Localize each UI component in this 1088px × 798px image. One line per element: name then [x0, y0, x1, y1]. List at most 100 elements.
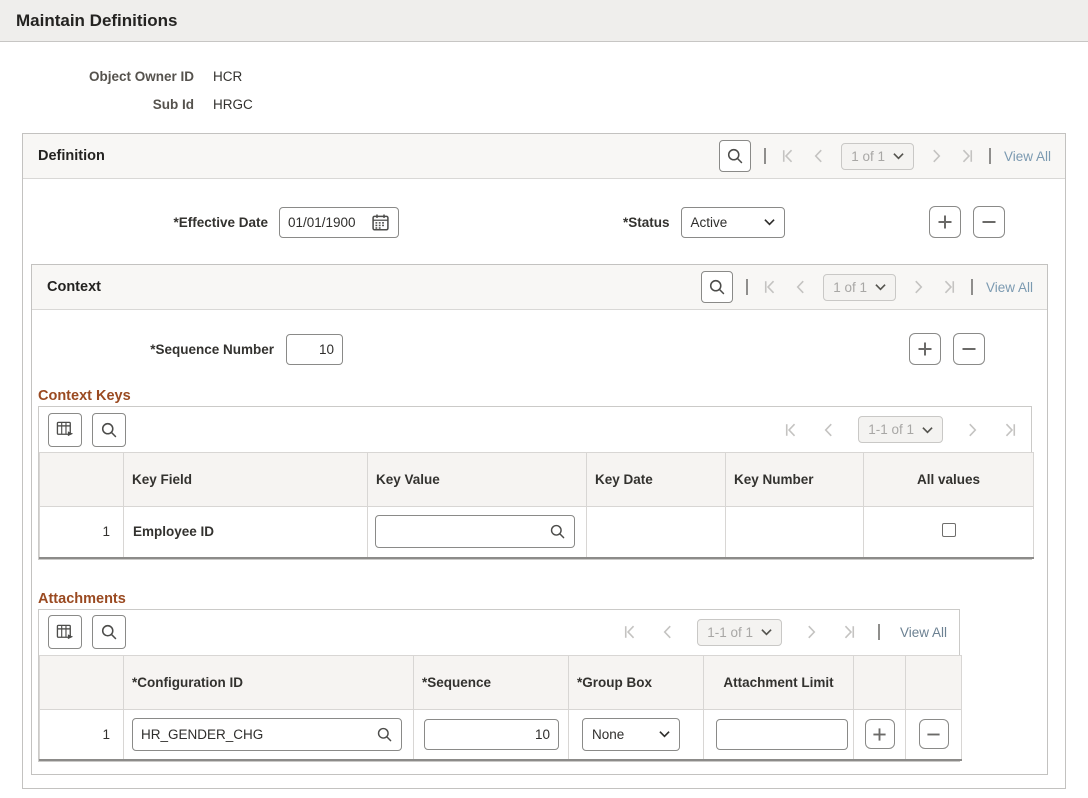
context-view-all-link[interactable]: View All: [986, 280, 1033, 295]
lookup-search-icon[interactable]: [376, 726, 393, 743]
definition-title: Definition: [38, 148, 105, 164]
chevron-down-icon: [659, 730, 670, 738]
context-last-button[interactable]: [940, 278, 958, 296]
context-keys-page-select-value: 1-1 of 1: [868, 422, 914, 437]
add-cell: [853, 708, 906, 761]
definition-view-all-link[interactable]: View All: [1004, 149, 1051, 164]
context-section-header: Context 1 of 1 View All: [32, 265, 1047, 310]
sub-id-label: Sub Id: [152, 96, 194, 112]
configuration-id-cell: [123, 708, 414, 761]
attachment-limit-cell: [703, 708, 854, 761]
attachments-next-button[interactable]: [802, 623, 820, 641]
attachments-page-select[interactable]: 1-1 of 1: [697, 618, 782, 646]
definition-next-button[interactable]: [927, 147, 945, 165]
definition-find-button[interactable]: [719, 140, 752, 172]
sequence-number-input[interactable]: [286, 333, 343, 365]
context-keys-personalize-button[interactable]: [48, 412, 82, 447]
sequence-number-label: *Sequence Number: [150, 341, 274, 357]
plus-icon: [872, 727, 887, 742]
pager-separator: [970, 279, 973, 295]
context-keys-first-button[interactable]: [782, 421, 800, 439]
chevron-down-icon: [893, 152, 904, 160]
attachments-view-all-link[interactable]: View All: [900, 625, 947, 640]
configuration-id-input[interactable]: [141, 726, 376, 742]
col-header-delete: [905, 654, 962, 710]
context-add-row-button[interactable]: [909, 333, 941, 365]
definition-first-button[interactable]: [779, 147, 797, 165]
all-values-checkbox[interactable]: [941, 523, 956, 538]
context-keys-last-button[interactable]: [1001, 421, 1019, 439]
context-page-select-value: 1 of 1: [833, 279, 867, 295]
lookup-search-icon[interactable]: [549, 523, 566, 540]
context-find-button[interactable]: [701, 271, 734, 303]
definition-page-select[interactable]: 1 of 1: [841, 142, 914, 170]
search-icon: [726, 147, 744, 165]
status-select[interactable]: Active: [680, 206, 785, 238]
context-keys-toolbar: 1-1 of 1: [39, 407, 1031, 452]
attachments-last-button[interactable]: [840, 623, 858, 641]
calendar-icon[interactable]: [371, 213, 390, 232]
info-row-sub-id: Sub Id HRGC: [16, 90, 1088, 118]
grid-action-menu-icon: [56, 420, 75, 439]
search-icon: [708, 278, 726, 296]
effective-date-field[interactable]: 01/01/1900: [279, 206, 399, 238]
definition-previous-button[interactable]: [810, 147, 828, 165]
context-keys-previous-button[interactable]: [820, 421, 838, 439]
context-next-button[interactable]: [909, 278, 927, 296]
attachments-table: *Configuration ID *Sequence *Group Box A…: [39, 654, 962, 761]
sequence-input[interactable]: [424, 718, 559, 750]
context-keys-title: Context Keys: [38, 388, 131, 404]
info-row-object-owner: Object Owner ID HCR: [16, 62, 1088, 90]
group-box-cell: None: [568, 708, 704, 761]
context-keys-table: Key Field Key Value Key Date Key Number …: [39, 452, 1034, 559]
context-keys-page-select[interactable]: 1-1 of 1: [858, 416, 943, 443]
effective-date-value: 01/01/1900: [288, 214, 356, 230]
context-page-select[interactable]: 1 of 1: [823, 273, 896, 301]
definition-delete-row-button[interactable]: [973, 206, 1005, 238]
attachments-page-select-value: 1-1 of 1: [707, 624, 753, 640]
definition-groupbox: Definition 1 of 1 View All *Effective Da…: [22, 133, 1066, 789]
definition-pager: 1 of 1 View All: [719, 140, 1051, 172]
object-owner-id-label: Object Owner ID: [88, 68, 194, 84]
context-keys-find-button[interactable]: [92, 412, 126, 447]
col-header-add: [853, 654, 906, 710]
attachments-add-row-button[interactable]: [864, 719, 895, 750]
status-select-value: Active: [690, 214, 728, 230]
definition-page-select-value: 1 of 1: [851, 148, 885, 164]
definition-section-header: Definition 1 of 1 View All: [23, 134, 1065, 179]
context-groupbox: Context 1 of 1 View All *Sequence Number…: [31, 264, 1048, 775]
key-info-block: Object Owner ID HCR Sub Id HRGC: [16, 62, 1088, 118]
col-header-key-field: Key Field: [123, 452, 368, 507]
attachment-limit-input[interactable]: [716, 718, 848, 750]
col-header-attachment-limit: Attachment Limit: [703, 654, 854, 710]
context-keys-grid: 1-1 of 1 Key Field Key Value Key Date Ke…: [38, 406, 1034, 560]
definition-last-button[interactable]: [958, 147, 976, 165]
col-header-rownum: [39, 654, 124, 710]
attachments-first-button[interactable]: [621, 623, 639, 641]
key-value-input[interactable]: [384, 524, 549, 540]
row-number: 1: [39, 708, 124, 761]
context-first-button[interactable]: [761, 278, 779, 296]
col-header-configuration-id: *Configuration ID: [123, 654, 414, 710]
definition-add-row-button[interactable]: [929, 206, 961, 238]
attachments-personalize-button[interactable]: [48, 615, 82, 649]
status-label: *Status: [623, 214, 670, 230]
search-icon: [100, 623, 118, 641]
attachments-delete-row-button[interactable]: [918, 719, 949, 750]
context-previous-button[interactable]: [792, 278, 810, 296]
object-owner-id-value: HCR: [213, 68, 243, 84]
col-header-sequence: *Sequence: [413, 654, 569, 710]
key-value-lookup-field: [375, 515, 575, 549]
definition-row-actions: [929, 206, 1005, 238]
group-box-select-value: None: [592, 726, 625, 742]
minus-icon: [926, 727, 941, 742]
attachments-find-button[interactable]: [92, 615, 126, 649]
minus-icon: [981, 214, 997, 230]
context-keys-row-1: 1 Employee ID: [39, 506, 1034, 559]
key-value-cell: [367, 506, 587, 559]
page-header-bar: Maintain Definitions: [0, 0, 1088, 42]
context-keys-next-button[interactable]: [963, 421, 981, 439]
group-box-select[interactable]: None: [582, 717, 680, 751]
attachments-previous-button[interactable]: [659, 623, 677, 641]
context-delete-row-button[interactable]: [953, 333, 985, 365]
